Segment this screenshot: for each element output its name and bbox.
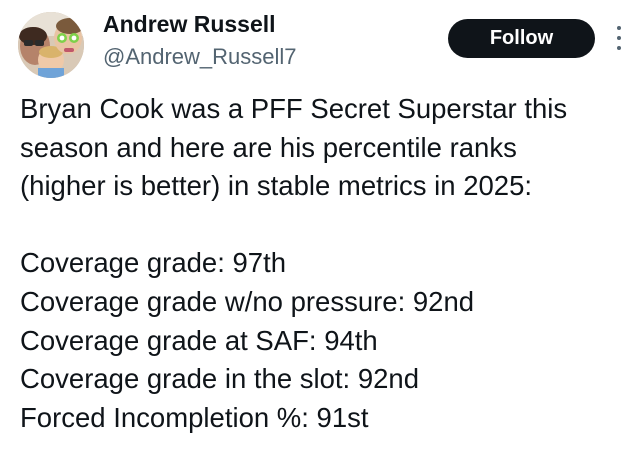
tweet-card: Andrew Russell @Andrew_Russell7 Follow B… bbox=[0, 0, 638, 455]
avatar-photo bbox=[18, 12, 84, 78]
tweet-text-line: (higher is better) in stable metrics in … bbox=[20, 170, 533, 202]
more-dot bbox=[617, 36, 621, 40]
more-vertical-icon[interactable] bbox=[612, 22, 626, 54]
tweet-text: Bryan Cook was a PFF Secret Superstar th… bbox=[20, 90, 635, 437]
more-dot bbox=[617, 46, 621, 50]
avatar[interactable] bbox=[18, 12, 84, 78]
author-name[interactable]: Andrew Russell bbox=[103, 9, 276, 39]
author-handle[interactable]: @Andrew_Russell7 bbox=[103, 42, 297, 72]
follow-button[interactable]: Follow bbox=[448, 19, 595, 58]
tweet-text-line: Coverage grade w/no pressure: 92nd bbox=[20, 285, 475, 317]
more-dot bbox=[617, 26, 621, 30]
tweet-text-line: Coverage grade at SAF: 94th bbox=[20, 324, 378, 356]
tweet-text-line: Coverage grade: 97th bbox=[20, 247, 287, 279]
tweet-text-line: Bryan Cook was a PFF Secret Superstar th… bbox=[20, 93, 568, 124]
tweet-text-line: season and here are his percentile ranks bbox=[20, 131, 517, 163]
tweet-text-line: Coverage grade in the slot: 92nd bbox=[20, 363, 420, 395]
tweet-text-line: Forced Incompletion %: 91st bbox=[20, 401, 369, 433]
